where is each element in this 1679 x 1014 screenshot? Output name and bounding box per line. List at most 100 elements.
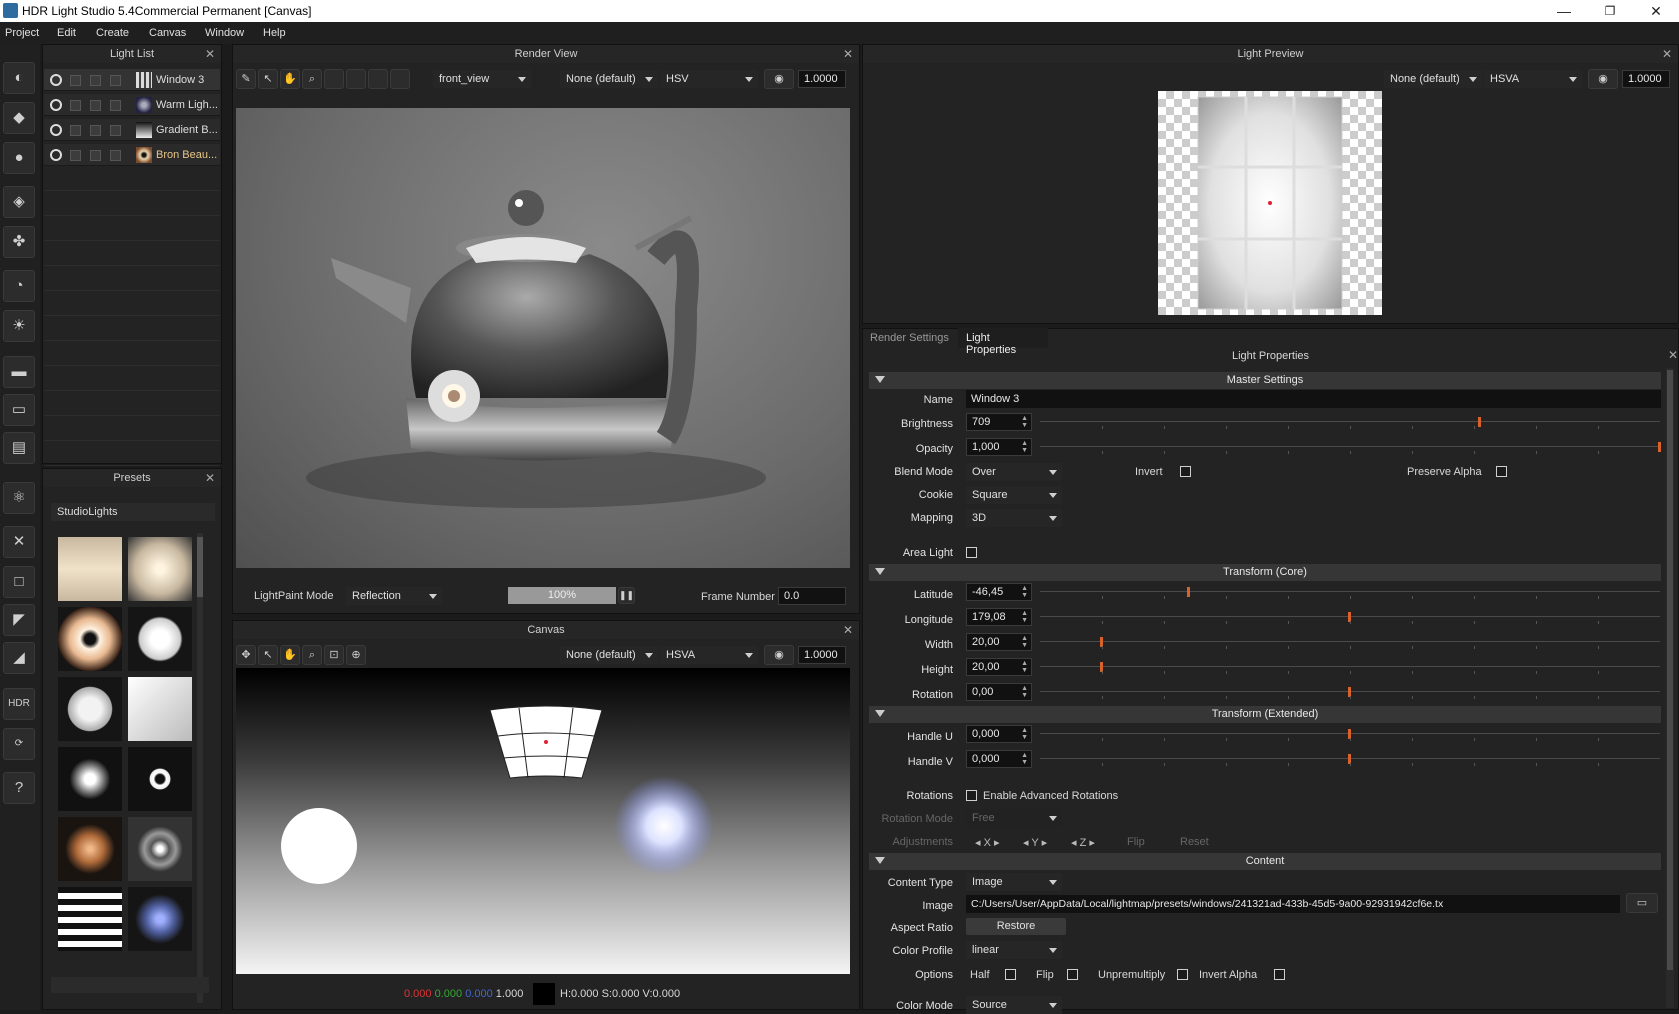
menu-canvas[interactable]: Canvas xyxy=(149,27,186,39)
film-reel-icon[interactable]: ✤ xyxy=(3,226,35,258)
hdr-refresh-icon[interactable]: ⟳ xyxy=(3,728,35,760)
preset-spot[interactable] xyxy=(58,747,122,811)
section-transform-extended[interactable]: Transform (Extended) xyxy=(869,706,1661,723)
exposure-icon[interactable]: ◉ xyxy=(1588,69,1618,89)
zoom-icon[interactable]: ⌕ xyxy=(302,69,322,89)
section-content[interactable]: Content xyxy=(869,853,1661,870)
preset-umbrella[interactable] xyxy=(128,607,192,671)
rotation-field[interactable]: 0,00 ▲ ▼ xyxy=(966,683,1032,701)
shadow-icon[interactable]: ◢ xyxy=(3,642,35,674)
visibility-icon[interactable] xyxy=(50,124,62,136)
width-slider[interactable] xyxy=(1040,637,1660,649)
mapping-select[interactable]: 3D xyxy=(966,509,1062,527)
move-icon[interactable]: ✥ xyxy=(236,645,256,665)
frame-number-field[interactable]: 0.0 xyxy=(778,587,846,605)
close-icon[interactable]: ✕ xyxy=(205,471,215,485)
preset-strip-lights[interactable] xyxy=(58,887,122,951)
blend-mode-select[interactable]: Over xyxy=(966,463,1062,481)
light-list-item[interactable]: Gradient B... xyxy=(44,119,220,141)
fit-icon[interactable]: ⊡ xyxy=(324,645,344,665)
presets-search[interactable] xyxy=(51,977,209,993)
preview-lut-select[interactable]: None (default) xyxy=(1384,70,1482,88)
restore-button[interactable]: Restore xyxy=(966,918,1066,935)
content-type-select[interactable]: Image xyxy=(966,873,1062,891)
name-field[interactable]: Window 3 xyxy=(966,390,1661,408)
visibility-icon[interactable] xyxy=(50,74,62,86)
tool-slot-icon[interactable] xyxy=(346,69,366,89)
height-slider[interactable] xyxy=(1040,662,1660,674)
visibility-icon[interactable] xyxy=(50,149,62,161)
preset-umbrella-white[interactable] xyxy=(58,677,122,741)
preview-color-mode-select[interactable]: HSVA xyxy=(1484,70,1582,88)
zoom-icon[interactable]: ⌕ xyxy=(302,645,322,665)
hand-icon[interactable]: ✋ xyxy=(280,645,300,665)
opacity-field[interactable]: 1,000 ▲ ▼ xyxy=(966,438,1032,456)
slider-handle[interactable] xyxy=(1186,587,1190,597)
canvas-lut-select[interactable]: None (default) xyxy=(560,646,658,664)
menu-help[interactable]: Help xyxy=(263,27,286,39)
slider-handle[interactable] xyxy=(1658,442,1661,452)
tab-render-settings[interactable]: Render Settings xyxy=(870,332,949,344)
lock-toggle[interactable] xyxy=(90,75,101,86)
close-icon[interactable]: ✕ xyxy=(1662,47,1672,61)
hdr-icon[interactable]: HDR xyxy=(3,688,35,720)
mute-toggle[interactable] xyxy=(110,150,121,161)
mute-toggle[interactable] xyxy=(110,100,121,111)
solo-toggle[interactable] xyxy=(70,75,81,86)
atom-icon[interactable]: ⚛ xyxy=(3,482,35,514)
camera-select[interactable]: front_view xyxy=(433,70,531,88)
pointer-icon[interactable]: ↖ xyxy=(258,645,278,665)
handle-v-field[interactable]: 0,000 ▲ ▼ xyxy=(966,750,1032,768)
handle-v-slider[interactable] xyxy=(1040,754,1660,766)
close-icon[interactable]: ✕ xyxy=(843,623,853,637)
pause-icon[interactable]: ❚❚ xyxy=(618,587,635,604)
sphere-light-icon[interactable]: ● xyxy=(3,142,35,174)
panel-light-icon[interactable]: ▬ xyxy=(3,356,35,388)
close-icon[interactable]: ✕ xyxy=(843,47,853,61)
brightness-field[interactable]: 709 ▲ ▼ xyxy=(966,413,1032,431)
exposure-icon[interactable]: ◉ xyxy=(764,69,794,89)
handle-u-slider[interactable] xyxy=(1040,729,1660,741)
lock-toggle[interactable] xyxy=(90,125,101,136)
section-transform-core[interactable]: Transform (Core) xyxy=(869,564,1661,581)
tool-slot-icon[interactable] xyxy=(390,69,410,89)
sun-icon[interactable]: ☀ xyxy=(3,310,35,342)
preset-spot-soft[interactable] xyxy=(128,537,192,601)
handle-u-field[interactable]: 0,000 ▲ ▼ xyxy=(966,725,1032,743)
menu-project[interactable]: Project xyxy=(5,27,39,39)
paint-light-icon[interactable]: ◆ xyxy=(3,102,35,134)
eraser-icon[interactable]: ◈ xyxy=(3,186,35,218)
preserve-alpha-checkbox[interactable] xyxy=(1496,466,1507,477)
width-field[interactable]: 20,00 ▲ ▼ xyxy=(966,633,1032,651)
lightpaint-mode-select[interactable]: Reflection xyxy=(346,587,442,605)
render-lut-select[interactable]: None (default) xyxy=(560,70,658,88)
menu-window[interactable]: Window xyxy=(205,27,244,39)
light-list-item[interactable]: Bron Beau... xyxy=(44,144,220,166)
light-list-item[interactable]: Window 3 xyxy=(44,69,220,91)
latitude-slider[interactable] xyxy=(1040,587,1660,599)
hand-icon[interactable]: ✋ xyxy=(280,69,300,89)
image-path-field[interactable]: C:/Users/User/AppData/Local/lightmap/pre… xyxy=(966,895,1620,913)
close-icon[interactable]: ✕ xyxy=(205,47,215,61)
presets-scrollbar[interactable] xyxy=(197,533,203,1003)
mute-toggle[interactable] xyxy=(110,75,121,86)
enable-advanced-rotations-checkbox[interactable] xyxy=(966,790,977,801)
solo-toggle[interactable] xyxy=(70,150,81,161)
preset-category[interactable]: StudioLights xyxy=(51,503,215,521)
preset-blue-glow[interactable] xyxy=(128,887,192,951)
preset-square-softbox[interactable] xyxy=(128,677,192,741)
render-viewport[interactable] xyxy=(236,108,850,568)
tab-light-properties[interactable]: Light Properties xyxy=(958,328,1048,356)
close-window-button[interactable]: ✕ xyxy=(1633,0,1679,22)
brightness-slider[interactable] xyxy=(1040,417,1660,429)
exposure-icon[interactable]: ◉ xyxy=(764,645,794,665)
color-mode-select[interactable]: Source xyxy=(966,996,1062,1014)
folder-icon[interactable]: ▭ xyxy=(1626,893,1658,913)
invert-checkbox[interactable] xyxy=(1180,466,1191,477)
flip-checkbox[interactable] xyxy=(1067,969,1078,980)
tool-slot-icon[interactable] xyxy=(324,69,344,89)
longitude-slider[interactable] xyxy=(1040,612,1660,624)
solo-toggle[interactable] xyxy=(70,125,81,136)
opacity-slider[interactable] xyxy=(1040,442,1661,454)
preview-exposure-field[interactable]: 1.0000 xyxy=(1622,70,1670,88)
